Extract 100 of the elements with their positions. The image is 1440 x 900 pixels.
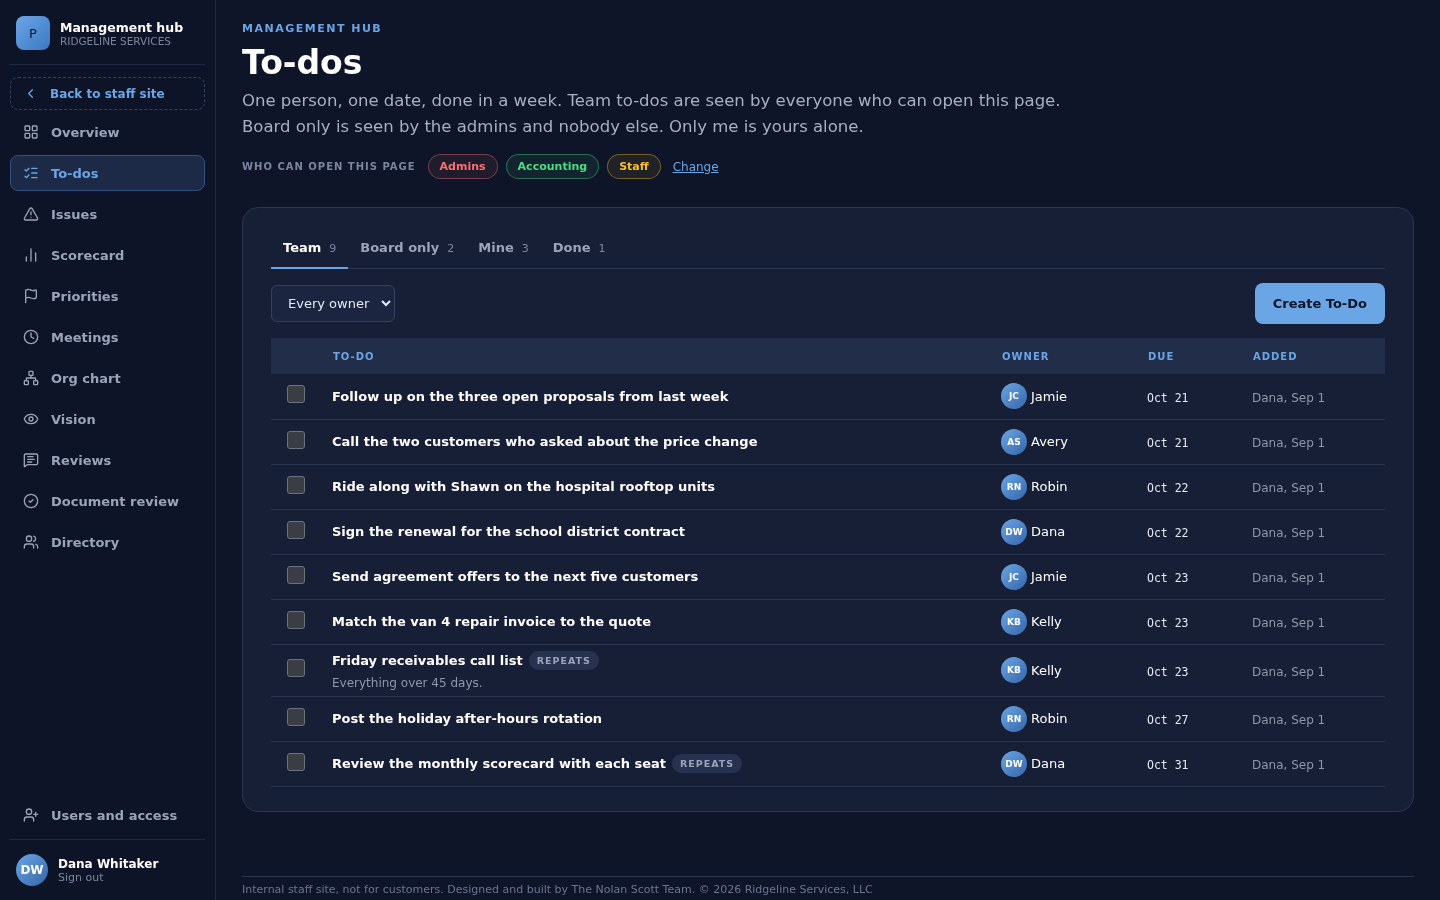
due-date: Oct 21: [1147, 436, 1189, 450]
nav-item[interactable]: Priorities: [10, 278, 205, 314]
create-button[interactable]: Create To-Do: [1254, 283, 1385, 324]
added-info: Dana, Sep 1: [1252, 481, 1326, 495]
page-description: One person, one date, done in a week. Team to-dos are seen by everyone who can open this page.: [242, 90, 1062, 112]
tab[interactable]: Board only 2: [348, 228, 467, 269]
added-info: Dana, Sep 1: [1252, 664, 1326, 679]
tab[interactable]: Team 9: [271, 228, 349, 269]
due-date: Oct 22: [1147, 526, 1189, 540]
due-date: Oct 21: [1147, 390, 1189, 405]
owner-name: Kelly: [1031, 614, 1062, 629]
nav-item[interactable]: Issues: [10, 196, 205, 232]
owner-name: Jamie: [1031, 388, 1068, 404]
nav-item[interactable]: Org chart: [10, 360, 205, 396]
footer-text: Internal staff site, not for customers. Designed and built by The Nolan Scott Team. © 2026 Ridgeline Services, LLC: [242, 883, 873, 896]
todo-title: Send agreement offers to the next five customers: [332, 569, 699, 584]
added-info: Dana, Sep 1: [1252, 436, 1326, 450]
added-info: Dana, Sep 1: [1252, 571, 1326, 585]
todo-title: Ride along with Shawn on the hospital rooftop units: [332, 479, 715, 494]
check-circle-icon: [23, 493, 39, 509]
row-checkbox[interactable]: [287, 659, 305, 677]
warning-icon: [23, 206, 39, 222]
speech-bubble-icon: [23, 452, 39, 468]
row-checkbox[interactable]: [287, 610, 305, 629]
page-description: Board only is seen by the admins and nobody else. Only me is yours alone.: [242, 116, 865, 138]
owner-name: Dana: [1031, 524, 1066, 539]
list-icon: [23, 165, 39, 181]
brand-subtitle: RIDGELINE SERVICES: [60, 34, 172, 47]
todo-title: Post the holiday after-hours rotation: [332, 711, 603, 726]
sign-out-link[interactable]: Sign out: [58, 870, 159, 884]
due-date: Oct 31: [1147, 758, 1189, 772]
owner-avatar: RN: [1001, 473, 1027, 500]
nav-item[interactable]: Reviews: [10, 442, 205, 478]
row-checkbox[interactable]: [287, 385, 305, 404]
repeats-tag: REPEATS: [672, 754, 743, 773]
row-checkbox[interactable]: [287, 430, 305, 449]
owner-name: Robin: [1031, 711, 1068, 726]
user-avatar: DW: [16, 854, 48, 886]
access-tag: Staff: [607, 154, 661, 179]
column-header: OWNER: [1002, 350, 1050, 362]
owner-avatar: RN: [1001, 705, 1027, 732]
access-label: WHO CAN OPEN THIS PAGE: [242, 161, 416, 172]
added-info: Dana, Sep 1: [1252, 390, 1326, 405]
nav-item[interactable]: Vision: [10, 401, 205, 437]
nav-item[interactable]: Meetings: [10, 319, 205, 355]
todo-title: Match the van 4 repair invoice to the quote: [332, 614, 652, 629]
added-info: Dana, Sep 1: [1252, 526, 1326, 540]
access-tag: Accounting: [505, 154, 600, 179]
owner-filter[interactable]: Every owner: [271, 285, 395, 322]
grid-icon: [23, 124, 39, 140]
row-checkbox[interactable]: [287, 475, 305, 494]
owner-avatar: JC: [1001, 563, 1027, 590]
owner-avatar: DW: [1001, 750, 1027, 777]
user-name: Dana Whitaker: [58, 856, 159, 871]
todo-title: Friday receivables call list: [332, 652, 523, 668]
nav-item[interactable]: Users and access: [10, 797, 205, 833]
people-icon: [23, 534, 39, 550]
column-header: ADDED: [1253, 350, 1298, 362]
todo-title: Follow up on the three open proposals from last week: [332, 388, 729, 404]
access-tag: Admins: [427, 154, 498, 179]
back-link[interactable]: Back to staff site: [10, 77, 205, 110]
row-checkbox[interactable]: [287, 707, 305, 726]
owner-avatar: KB: [1001, 608, 1027, 635]
owner-name: Kelly: [1031, 662, 1062, 678]
added-info: Dana, Sep 1: [1252, 758, 1326, 772]
todo-title: Review the monthly scorecard with each seat: [332, 756, 666, 771]
owner-name: Avery: [1031, 434, 1068, 449]
clock-icon: [23, 329, 39, 345]
repeats-tag: REPEATS: [528, 650, 599, 670]
due-date: Oct 23: [1147, 571, 1189, 585]
row-checkbox[interactable]: [287, 752, 305, 771]
owner-avatar: AS: [1001, 428, 1027, 455]
tab[interactable]: Done 1: [540, 228, 618, 269]
bar-chart-icon: [23, 247, 39, 263]
due-date: Oct 27: [1147, 713, 1189, 727]
nav-item[interactable]: Directory: [10, 524, 205, 560]
due-date: Oct 22: [1147, 481, 1189, 495]
nav-item[interactable]: Scorecard: [10, 237, 205, 273]
flag-icon: [23, 288, 39, 304]
todo-title: Call the two customers who asked about the price change: [332, 434, 758, 449]
owner-avatar: KB: [1001, 657, 1027, 683]
tab[interactable]: Mine 3: [466, 228, 541, 269]
page-title: To-dos: [242, 43, 364, 82]
added-info: Dana, Sep 1: [1252, 713, 1326, 727]
column-header: TO-DO: [333, 350, 375, 362]
eye-icon: [23, 411, 39, 427]
change-link[interactable]: Change: [672, 159, 719, 174]
brand-title: Management hub: [60, 19, 184, 35]
nav-item[interactable]: Overview: [10, 114, 205, 150]
column-header: DUE: [1148, 350, 1175, 362]
row-checkbox[interactable]: [287, 520, 305, 539]
brand-logo: P: [16, 16, 50, 50]
nav-item[interactable]: To-dos: [10, 155, 205, 191]
added-info: Dana, Sep 1: [1252, 616, 1326, 630]
owner-name: Dana: [1031, 756, 1066, 771]
owner-avatar: DW: [1001, 518, 1027, 545]
add-user-icon: [23, 807, 39, 823]
row-checkbox[interactable]: [287, 565, 305, 584]
nav-item[interactable]: Document review: [10, 483, 205, 519]
todo-note: Everything over 45 days.: [332, 675, 484, 690]
